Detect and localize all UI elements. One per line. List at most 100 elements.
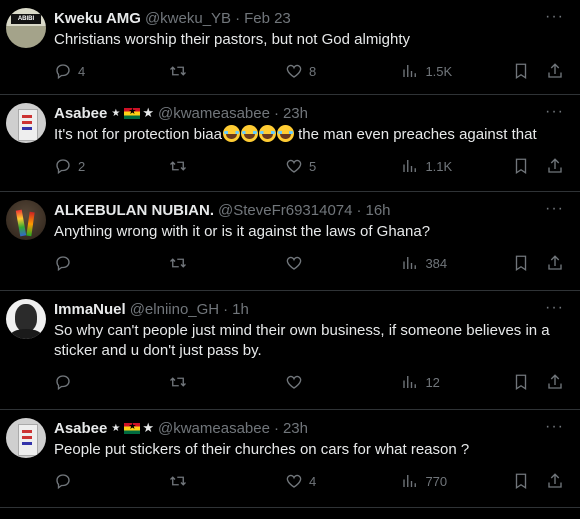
tweet[interactable]: ABIBI Kweku AMG @kweku_YB · Feb 23 Chris… [0, 0, 580, 95]
retweet-button[interactable] [169, 373, 284, 391]
timestamp[interactable]: 23h [283, 105, 308, 122]
share-icon[interactable] [546, 254, 564, 272]
tweet[interactable]: Asabee ★ ★ @kwameasabee · 23h It's not f… [0, 95, 580, 192]
tweet-header: Asabee ★ ★ @kwameasabee · 23h [54, 418, 564, 438]
avatar[interactable] [6, 103, 46, 143]
tweet-content: Asabee ★ ★ @kwameasabee · 23h It's not f… [54, 95, 564, 191]
tweet-tools [512, 62, 564, 80]
share-icon[interactable] [546, 157, 564, 175]
tweet-content: ImmaNuel @elniino_GH · 1h So why can't p… [54, 291, 564, 409]
retweet-button[interactable] [169, 62, 284, 80]
tears-of-joy-emoji-icon [222, 125, 240, 142]
views-icon [403, 257, 417, 269]
bookmark-icon[interactable] [512, 472, 530, 490]
retweet-button[interactable] [169, 157, 284, 175]
views-button[interactable]: 384 [401, 254, 512, 272]
views-button[interactable]: 1.1K [401, 157, 512, 175]
retweet-button[interactable] [169, 254, 284, 272]
reply-button[interactable] [54, 472, 169, 490]
more-icon[interactable]: ··· [545, 200, 564, 218]
heart-icon [286, 474, 302, 488]
view-count: 1.5K [425, 63, 453, 79]
avatar[interactable] [6, 200, 46, 240]
display-name[interactable]: ImmaNuel [54, 301, 126, 318]
reply-icon [56, 64, 70, 80]
view-count: 12 [425, 374, 440, 390]
like-count: 4 [308, 473, 317, 489]
avatar[interactable]: ABIBI [6, 8, 46, 48]
more-icon[interactable]: ··· [545, 418, 564, 436]
more-icon[interactable]: ··· [545, 8, 564, 26]
separator-dot: · [356, 201, 362, 219]
separator-dot: · [235, 9, 241, 27]
tweet-tools [512, 157, 564, 175]
views-button[interactable]: 1.5K [401, 62, 512, 80]
avatar[interactable] [6, 418, 46, 458]
views-icon [403, 475, 417, 487]
retweet-icon [170, 476, 187, 486]
avatar-logo: ABIBI [11, 14, 41, 24]
like-button[interactable]: 5 [285, 157, 401, 175]
views-button[interactable]: 12 [401, 373, 512, 391]
user-handle[interactable]: @SteveFr69314074 [218, 202, 352, 219]
heart-icon [286, 64, 302, 78]
tweet-tools [512, 472, 564, 490]
tweet-text: Christians worship their pastors, but no… [54, 31, 410, 48]
user-handle[interactable]: @kwameasabee [158, 420, 270, 437]
share-icon[interactable] [546, 62, 564, 80]
reply-button[interactable]: 4 [54, 62, 169, 80]
display-name[interactable]: Kweku AMG [54, 10, 141, 27]
timestamp[interactable]: 1h [232, 301, 249, 318]
tweet-text: People put stickers of their churches on… [54, 441, 470, 458]
more-icon[interactable]: ··· [545, 103, 564, 121]
more-icon[interactable]: ··· [545, 299, 564, 317]
tears-of-joy-emoji-icon [240, 125, 258, 142]
like-count: 5 [308, 158, 317, 174]
like-button[interactable] [285, 373, 401, 391]
user-handle[interactable]: @kweku_YB [145, 10, 231, 27]
timestamp[interactable]: 16h [365, 202, 390, 219]
tweet[interactable]: Asabee ★ ★ @kwameasabee · 23h People put… [0, 410, 580, 508]
tweet[interactable]: ImmaNuel @elniino_GH · 1h So why can't p… [0, 291, 580, 410]
reply-button[interactable] [54, 254, 169, 272]
tweet-tools [512, 373, 564, 391]
bookmark-icon[interactable] [512, 157, 530, 175]
display-name[interactable]: ALKEBULAN NUBIAN. [54, 202, 214, 219]
action-bar: 4 8 1.5K [54, 61, 564, 81]
tweet[interactable]: ALKEBULAN NUBIAN. @SteveFr69314074 · 16h… [0, 192, 580, 291]
share-icon[interactable] [546, 373, 564, 391]
tweet-content: ALKEBULAN NUBIAN. @SteveFr69314074 · 16h… [54, 192, 564, 290]
heart-icon [286, 159, 302, 173]
reply-button[interactable]: 2 [54, 157, 169, 175]
separator-dot: · [273, 419, 279, 437]
retweet-icon [170, 377, 187, 387]
display-name[interactable]: Asabee [54, 420, 107, 437]
timestamp[interactable]: Feb 23 [244, 10, 291, 27]
tweet-header: Asabee ★ ★ @kwameasabee · 23h [54, 103, 564, 123]
action-bar: 384 [54, 253, 564, 273]
reply-button[interactable] [54, 373, 169, 391]
action-bar: 2 5 1.1K [54, 156, 564, 176]
like-button[interactable]: 4 [285, 472, 401, 490]
tweet-text: It's not for protection biaa the man eve… [54, 125, 564, 145]
timestamp[interactable]: 23h [283, 420, 308, 437]
bookmark-icon[interactable] [512, 62, 530, 80]
views-button[interactable]: 770 [401, 472, 512, 490]
bookmark-icon[interactable] [512, 373, 530, 391]
tweet-content: Kweku AMG @kweku_YB · Feb 23 Christians … [54, 0, 564, 94]
avatar[interactable] [6, 299, 46, 339]
user-handle[interactable]: @elniino_GH [130, 301, 219, 318]
bookmark-icon[interactable] [512, 254, 530, 272]
user-handle[interactable]: @kwameasabee [158, 105, 270, 122]
ghana-flag-icon [124, 421, 141, 434]
separator-dot: · [273, 104, 279, 122]
tweet-header: Kweku AMG @kweku_YB · Feb 23 [54, 8, 564, 28]
retweet-button[interactable] [169, 472, 284, 490]
reply-icon [56, 256, 70, 272]
like-button[interactable]: 8 [285, 62, 401, 80]
display-name[interactable]: Asabee [54, 105, 107, 122]
like-count: 8 [308, 63, 317, 79]
share-icon[interactable] [546, 472, 564, 490]
like-button[interactable] [285, 254, 401, 272]
ghana-flag-icon [124, 106, 141, 119]
